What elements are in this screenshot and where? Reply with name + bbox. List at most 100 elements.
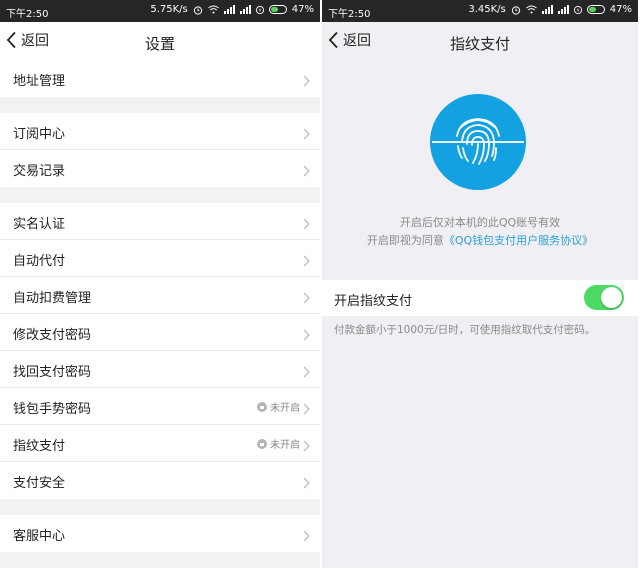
alarm-icon: [511, 5, 520, 15]
group-gap: [0, 97, 320, 113]
settings-row[interactable]: 客服中心: [0, 515, 320, 552]
chevron-wrapper: [303, 72, 310, 91]
settings-row-label: 交易记录: [13, 164, 66, 179]
chevron-right-icon: [303, 292, 310, 304]
fingerprint-hero: 开启后仅对本机的此QQ账号有效 开启即视为同意《QQ钱包支付用户服务协议》: [322, 60, 638, 282]
status-time: 下午2:50: [6, 9, 49, 20]
settings-row[interactable]: 交易记录: [0, 150, 320, 187]
settings-row[interactable]: 钱包手势密码 未开启: [0, 388, 320, 425]
settings-group: 客服中心: [0, 515, 320, 552]
settings-row-label: 找回支付密码: [13, 365, 92, 380]
settings-row[interactable]: 找回支付密码: [0, 351, 320, 388]
fingerprint-toggle-label: 开启指纹支付: [334, 294, 413, 309]
page-title: 设置: [144, 35, 175, 53]
settings-row-label: 自动扣费管理: [13, 291, 92, 306]
settings-row[interactable]: 订阅中心: [0, 113, 320, 150]
chevron-wrapper: [303, 326, 310, 345]
wifi-icon: [207, 5, 219, 14]
agreement-prefix: 开启即视为同意: [366, 234, 444, 247]
status-icons: 5.75K/s 47%: [150, 4, 314, 15]
alarm-icon: [193, 5, 202, 15]
settings-screen: 下午2:50 5.75K/s 47% 返回 设置 地址管理 订阅中心 交易记录 实名认…: [0, 0, 320, 568]
settings-row-label: 客服中心: [13, 529, 66, 544]
settings-row[interactable]: 支付安全: [0, 462, 320, 499]
chevron-right-icon: [303, 329, 310, 341]
settings-group: 订阅中心 交易记录: [0, 113, 320, 187]
network-speed: 3.45K/s: [468, 4, 506, 15]
signal-icon-2: [557, 5, 569, 14]
network-speed: 5.75K/s: [150, 4, 188, 15]
chevron-right-icon: [303, 255, 310, 267]
settings-row[interactable]: 自动扣费管理: [0, 277, 320, 314]
settings-row-label: 实名认证: [13, 217, 66, 232]
chevron-wrapper: [303, 289, 310, 308]
scan-line: [432, 141, 524, 143]
chevron-wrapper: [303, 437, 310, 456]
battery-icon: [268, 5, 287, 14]
lock-icon: [257, 438, 267, 449]
fingerprint-toggle-row: 开启指纹支付: [322, 280, 638, 316]
fingerprint-pay-screen: 下午2:50 3.45K/s 47% 返回 指纹支付 开启后仅对本机的此QQ账号…: [322, 0, 638, 568]
chevron-right-icon: [303, 165, 310, 177]
settings-row-label: 修改支付密码: [13, 328, 92, 343]
settings-list: 地址管理 订阅中心 交易记录 实名认证 自动代付 自动扣费管理 修改支付密码 找回支付密码 钱包…: [0, 60, 320, 552]
settings-row-label: 自动代付: [13, 254, 66, 269]
settings-group: 实名认证 自动代付 自动扣费管理 修改支付密码 找回支付密码 钱包手势密码 未开启 指纹支付未…: [0, 203, 320, 499]
status-badge: 未开启: [257, 399, 300, 414]
agreement-hint: 开启即视为同意《QQ钱包支付用户服务协议》: [322, 232, 638, 248]
chevron-wrapper: [303, 400, 310, 419]
group-gap: [0, 499, 320, 515]
scope-hint: 开启后仅对本机的此QQ账号有效: [399, 216, 561, 229]
charging-icon: [573, 5, 582, 14]
status-badge: 未开启: [257, 436, 300, 451]
nav-bar: 返回 指纹支付: [322, 22, 638, 60]
chevron-wrapper: [303, 162, 310, 181]
chevron-right-icon: [303, 218, 310, 230]
settings-row-label: 指纹支付: [13, 439, 66, 454]
chevron-right-icon: [303, 477, 310, 489]
settings-row-label: 地址管理: [13, 74, 66, 89]
chevron-right-icon: [303, 128, 310, 140]
settings-row[interactable]: 地址管理: [0, 60, 320, 97]
agreement-link[interactable]: 《QQ钱包支付用户服务协议》: [444, 234, 593, 247]
settings-row-label: 钱包手势密码: [13, 402, 92, 417]
battery-icon: [586, 5, 605, 14]
chevron-right-icon: [303, 440, 310, 452]
settings-row-label: 订阅中心: [13, 127, 66, 142]
signal-icon: [223, 5, 235, 14]
chevron-wrapper: [303, 527, 310, 546]
chevron-wrapper: [303, 215, 310, 234]
battery-percent: 47%: [291, 4, 314, 15]
fingerprint-badge: [430, 94, 526, 190]
settings-group: 地址管理: [0, 60, 320, 97]
charging-icon: [255, 5, 264, 14]
page-title: 指纹支付: [449, 35, 510, 53]
status-icons: 3.45K/s 47%: [468, 4, 632, 15]
settings-row-label: 支付安全: [13, 476, 66, 491]
chevron-right-icon: [303, 366, 310, 378]
status-text: 未开启: [270, 403, 300, 414]
chevron-wrapper: [303, 125, 310, 144]
chevron-right-icon: [303, 403, 310, 415]
chevron-wrapper: [303, 252, 310, 271]
group-gap: [0, 187, 320, 203]
chevron-right-icon: [303, 75, 310, 87]
lock-icon: [257, 401, 267, 412]
signal-icon: [541, 5, 553, 14]
fingerprint-toggle-switch[interactable]: [584, 285, 624, 310]
status-bar: 下午2:50 3.45K/s 47%: [322, 0, 638, 22]
limit-note: 付款金额小于1000元/日时，可使用指纹取代支付密码。: [334, 324, 596, 336]
chevron-right-icon: [303, 530, 310, 542]
settings-row[interactable]: 修改支付密码: [0, 314, 320, 351]
signal-icon-2: [239, 5, 251, 14]
status-text: 未开启: [270, 440, 300, 451]
chevron-wrapper: [303, 474, 310, 493]
settings-row[interactable]: 自动代付: [0, 240, 320, 277]
settings-row[interactable]: 实名认证: [0, 203, 320, 240]
wifi-icon: [525, 5, 537, 14]
chevron-wrapper: [303, 363, 310, 382]
settings-row[interactable]: 指纹支付 未开启: [0, 425, 320, 462]
status-time: 下午2:50: [328, 9, 371, 20]
battery-percent: 47%: [609, 4, 632, 15]
status-bar: 下午2:50 5.75K/s 47%: [0, 0, 320, 22]
